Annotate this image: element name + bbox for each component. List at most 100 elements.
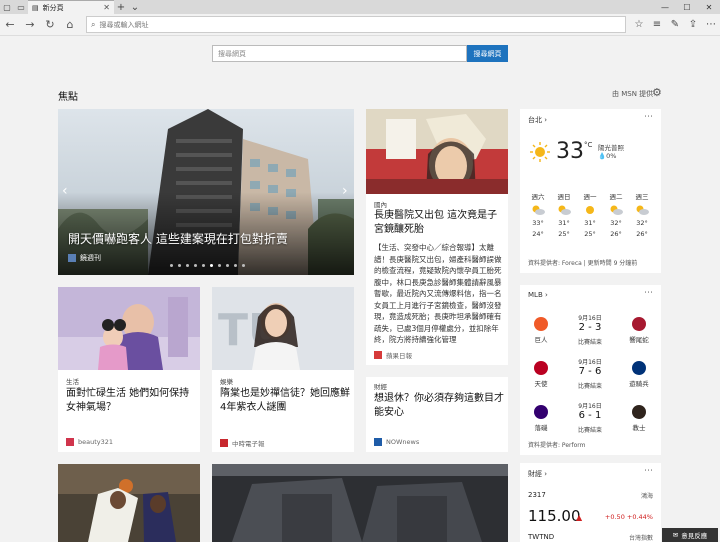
carousel-dot[interactable] [186,264,189,267]
forecast-day[interactable]: 週一 31° 25° [580,191,600,238]
forward-button[interactable]: → [20,14,40,36]
nav-bar: ← → ↻ ⌂ ⌕ 搜尋或輸入網址 ☆ ≡ ✎ ⇪ ⋯ [0,14,720,36]
source-logo-icon [374,438,382,446]
article-title[interactable]: 想退休？你必須存夠這數目才能安心 [374,392,504,420]
article-card-car[interactable] [212,464,508,542]
carousel-prev-icon[interactable]: ‹ [62,183,68,199]
article-snippet: 【生活、突發中心／綜合報導】太離譜！長庚醫院又出包，婦產科醫師誤做的檢查流程，竟… [374,243,502,344]
refresh-button[interactable]: ↻ [40,14,60,36]
more-icon[interactable]: ⋯ [702,14,720,36]
home-team-name: 落磯 [534,424,548,432]
search-input[interactable]: 搜尋網頁 [212,45,467,62]
weather-city[interactable]: 台北 › [528,115,547,125]
article-card-hospital[interactable]: 國內 長庚醫院又出包 這次竟是子宮鏡釀死胎 【生活、突發中心／綜合報導】太離譜！… [366,109,508,365]
carousel-next-icon[interactable]: › [342,183,348,199]
home-button[interactable]: ⌂ [60,14,80,36]
article-card-basketball[interactable] [58,464,200,542]
finance-title[interactable]: 財經 › [528,469,547,479]
carousel-dot[interactable] [170,264,173,267]
more-icon[interactable]: ⋯ [644,288,653,298]
game-status: 比賽結束 [577,383,602,390]
forecast-low: 24° [532,230,544,238]
forecast-low: 26° [636,230,648,238]
search-icon: ⌕ [91,19,96,29]
chevron-down-icon[interactable]: ⌄ [128,0,142,14]
team-logo-icon [632,405,646,419]
game-score: 7 - 6 [578,366,602,377]
article-source-name: NOWnews [386,438,420,446]
forecast-day[interactable]: 週二 32° 26° [606,191,626,238]
article-title[interactable]: 面對忙碌生活 她們如何保持女神氣場？ [66,387,196,415]
article-image [58,287,200,370]
tab-new-tab[interactable]: ▤ 新分頁 ✕ [28,0,114,14]
favorites-icon[interactable]: ☆ [630,14,648,36]
stock-symbol[interactable]: 2317 [528,491,546,499]
article-card-lifestyle[interactable]: 生活 面對忙碌生活 她們如何保持女神氣場？ beauty321 [58,287,200,452]
hero-card[interactable]: ‹ › 開天價嚇跑客人 這些建案現在打包對折賣 鏡週刊 [58,109,354,275]
reading-list-icon[interactable]: ≡ [648,14,666,36]
article-title[interactable]: 長庚醫院又出包 這次竟是子宮鏡釀死胎 [374,209,504,237]
feedback-button[interactable]: ✉ 意見反應 [662,528,718,542]
forecast-day[interactable]: 週六 33° 24° [528,191,548,238]
maximize-button[interactable]: ☐ [676,0,698,14]
more-icon[interactable]: ⋯ [644,112,653,122]
hero-title[interactable]: 開天價嚇跑客人 這些建案現在打包對折賣 [68,230,288,247]
window-controls: — ☐ ✕ [654,0,720,14]
address-bar[interactable]: ⌕ 搜尋或輸入網址 [86,16,626,33]
feedback-icon: ✉ [672,531,679,539]
game-date: 9月16日 [578,403,602,410]
team-logo-icon [632,317,646,331]
forecast-day[interactable]: 週三 32° 26° [632,191,652,238]
carousel-dot[interactable] [226,264,229,267]
back-button[interactable]: ← [0,14,20,36]
new-tab-button[interactable]: + [114,0,128,14]
home-team-name: 巨人 [534,336,548,344]
search-button[interactable]: 搜尋網頁 [467,45,508,62]
forecast-low: 25° [558,230,570,238]
team-logo-icon [534,405,548,419]
close-icon[interactable]: ✕ [103,3,110,12]
minimize-button[interactable]: — [654,0,676,14]
forecast-high: 32° [636,219,648,227]
set-aside-tabs-icon[interactable]: ▢ [0,0,14,14]
mlb-footer: 資料提供者: Perform [528,442,586,449]
carousel-dot[interactable] [194,264,197,267]
carousel-dot[interactable] [234,264,237,267]
weather-unit[interactable]: °C [584,141,592,149]
carousel-dot[interactable] [178,264,181,267]
partly-sunny-icon [610,205,623,215]
mlb-game[interactable]: 巨人 9月16日 2 - 3 比賽結束 響尾蛇 [520,311,661,361]
carousel-dot[interactable] [242,264,245,267]
more-icon[interactable]: ⋯ [644,466,653,476]
home-team-name: 天使 [534,380,548,388]
team-logo-icon [632,361,646,375]
away-team: 響尾蛇 [624,317,654,344]
stock-symbol[interactable]: TWTND [528,533,554,541]
article-image: TU [212,287,354,370]
away-team-name: 教士 [632,424,646,432]
gear-icon[interactable]: ⚙ [652,86,662,99]
forecast-day[interactable]: 週日 31° 25° [554,191,574,238]
article-category: 生活 [66,378,79,386]
carousel-dot-active[interactable] [210,264,213,267]
notes-icon[interactable]: ✎ [666,14,684,36]
carousel-dot[interactable] [202,264,205,267]
article-card-entertainment[interactable]: TU 娛樂 隋棠也是妙禪信徒？她回應鮮4年紫衣人謎團 中時電子報 [212,287,354,452]
finance-widget[interactable]: 財經 › ⋯ 2317 鴻海 115.00 ▲ +0.50 +0.44% TWT… [520,463,661,542]
tab-preview-icon[interactable]: ▭ [14,0,28,14]
article-card-finance[interactable]: 財經 想退休？你必須存夠這數目才能安心 NOWnews [366,377,508,452]
carousel-dot[interactable] [218,264,221,267]
share-icon[interactable]: ⇪ [684,14,702,36]
address-input[interactable]: 搜尋或輸入網址 [99,20,148,30]
mlb-widget[interactable]: MLB › ⋯ 巨人 9月16日 2 - 3 比賽結束 響尾蛇 天使 9月16日… [520,285,661,455]
mlb-game[interactable]: 天使 9月16日 7 - 6 比賽結束 遊騎兵 [520,355,661,405]
close-window-button[interactable]: ✕ [698,0,720,14]
mlb-title[interactable]: MLB › [528,291,548,299]
weather-widget[interactable]: 台北 › ⋯ 33 °C 陽光普照 💧0% 週六 33° 24° 週日 31° … [520,109,661,273]
article-title[interactable]: 隋棠也是妙禪信徒？她回應鮮4年紫衣人謎團 [220,387,350,415]
msn-provider-label: 由 MSN 提供 [612,90,654,98]
tab-favicon-icon: ▤ [32,3,39,12]
away-team-name: 遊騎兵 [629,380,649,388]
game-status: 比賽結束 [577,427,602,434]
game-date: 9月16日 [578,315,602,322]
